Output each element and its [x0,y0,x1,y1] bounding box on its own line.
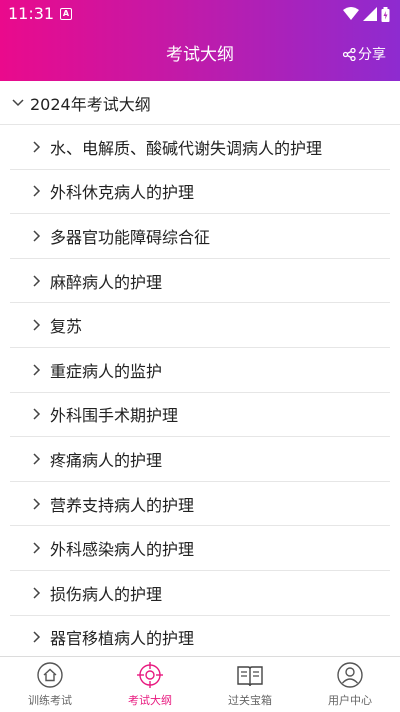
tab-user-center[interactable]: 用户中心 [300,657,400,712]
share-button[interactable]: 分享 [343,44,386,64]
section-label: 2024年考试大纲 [30,94,151,114]
notification-icon: A [60,8,72,20]
list-item[interactable]: 麻醉病人的护理 [10,259,390,304]
list-item-label: 外科感染病人的护理 [50,540,195,560]
tab-label: 训练考试 [28,694,72,707]
section-header[interactable]: 2024年考试大纲 [0,81,400,125]
tab-label: 用户中心 [328,694,372,707]
list-item-label: 复苏 [50,317,83,337]
status-icons [343,6,390,22]
list-item-label: 器官移植病人的护理 [50,629,195,649]
tab-training-exam[interactable]: 训练考试 [0,657,100,712]
user-icon [337,662,363,688]
app-header: 11:31 A 考试大纲 分享 [0,0,400,81]
page-title: 考试大纲 [166,45,234,65]
chevron-right-icon [33,498,41,510]
list-item[interactable]: 复苏 [10,303,390,348]
chevron-right-icon [33,230,41,242]
tab-label: 考试大纲 [128,694,172,707]
list-item[interactable]: 多器官功能障碍综合征 [10,214,390,259]
list-item-label: 重症病人的监护 [50,361,163,381]
list-item[interactable]: 外科围手术期护理 [10,393,390,438]
list-item[interactable]: 损伤病人的护理 [10,571,390,616]
wifi-icon [343,7,359,20]
status-time: 11:31 [8,4,55,23]
list-item-label: 损伤病人的护理 [50,584,163,604]
tab-pass-treasure[interactable]: 过关宝箱 [200,657,300,712]
chevron-right-icon [33,319,41,331]
list-item[interactable]: 外科休克病人的护理 [10,170,390,215]
tab-label: 过关宝箱 [228,694,272,707]
list-item[interactable]: 水、电解质、酸碱代谢失调病人的护理 [10,125,390,170]
chevron-right-icon [33,364,41,376]
list-item-label: 疼痛病人的护理 [50,450,163,470]
chevron-right-icon [33,275,41,287]
signal-icon [363,7,377,21]
bottom-tab-bar: 训练考试 考试大纲 过关宝箱 用户中心 [0,656,400,712]
share-label: 分享 [358,47,386,63]
list-item-label: 外科休克病人的护理 [50,183,195,203]
home-icon [37,662,63,688]
chevron-right-icon [33,542,41,554]
chevron-right-icon [33,185,41,197]
target-icon [137,662,163,688]
list-item-label: 多器官功能障碍综合征 [50,227,211,247]
outline-list: 2024年考试大纲 水、电解质、酸碱代谢失调病人的护理 外科休克病人的护理 多器… [0,81,400,656]
tab-exam-outline[interactable]: 考试大纲 [100,657,200,712]
list-item[interactable]: 外科感染病人的护理 [10,526,390,571]
chevron-right-icon [33,631,41,643]
list-item-label: 麻醉病人的护理 [50,272,163,292]
list-item-label: 水、电解质、酸碱代谢失调病人的护理 [50,138,323,158]
list-item-label: 营养支持病人的护理 [50,495,195,515]
list-item[interactable]: 重症病人的监护 [10,348,390,393]
chevron-down-icon [12,98,24,106]
chevron-right-icon [33,141,41,153]
list-item[interactable]: 营养支持病人的护理 [10,482,390,527]
book-icon [237,666,263,687]
list-item[interactable]: 疼痛病人的护理 [10,437,390,482]
list-item-label: 外科围手术期护理 [50,406,179,426]
battery-icon [381,6,390,22]
chevron-right-icon [33,587,41,599]
status-bar: 11:31 A [0,0,400,28]
chevron-right-icon [33,453,41,465]
chevron-right-icon [33,408,41,420]
list-item[interactable]: 器官移植病人的护理 [10,616,390,656]
share-icon [343,47,356,61]
